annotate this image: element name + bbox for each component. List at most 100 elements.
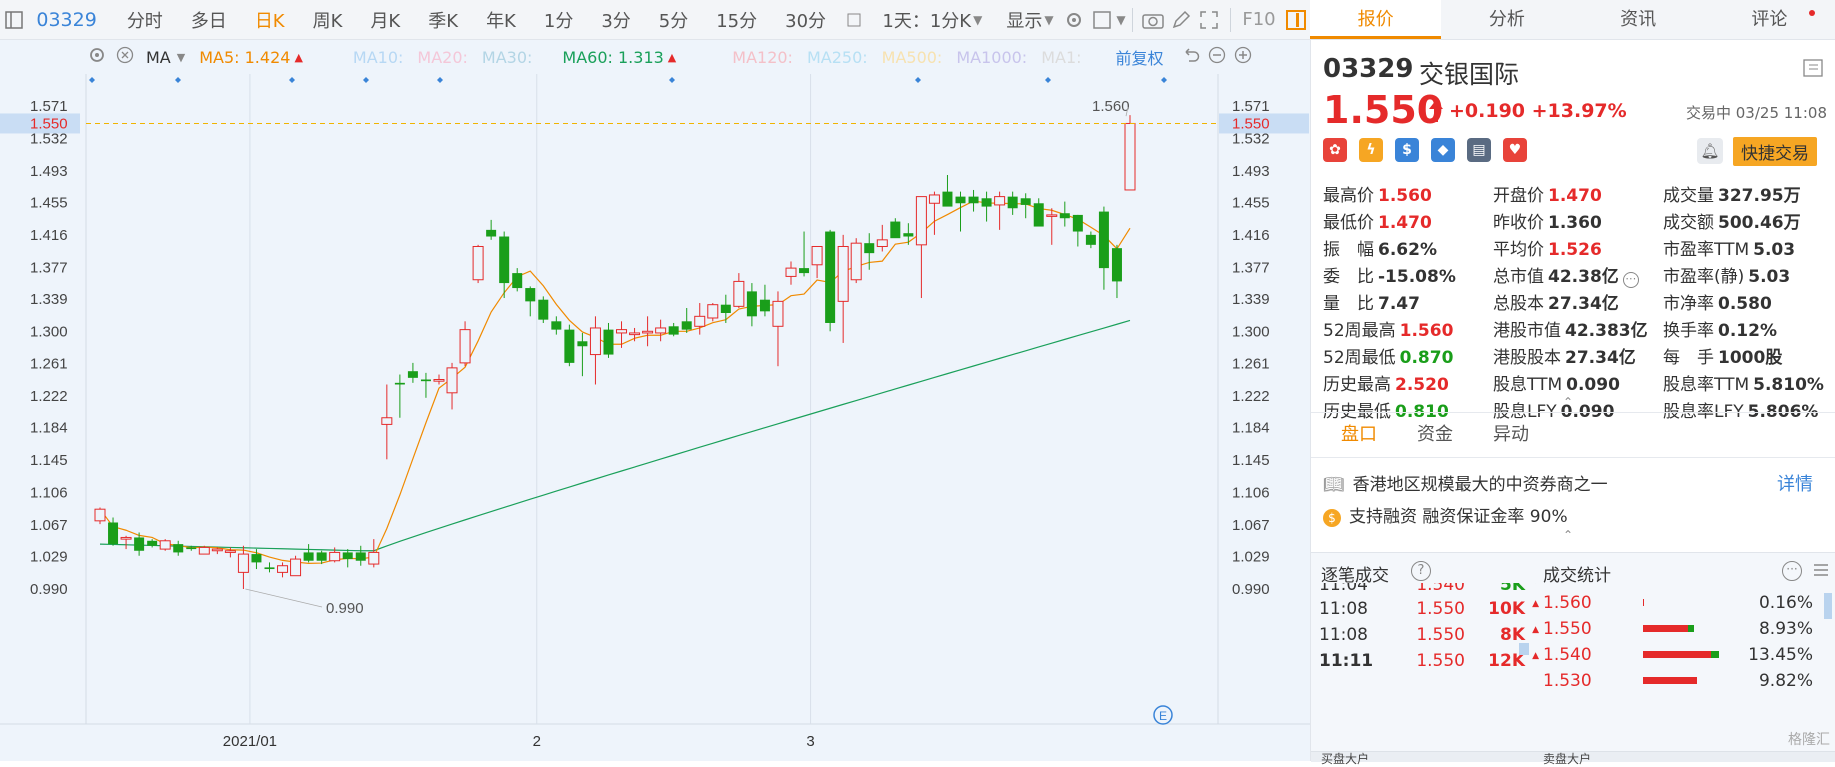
up-arrow-icon: ▲	[667, 50, 677, 64]
ma-select[interactable]: MA	[146, 48, 171, 67]
detail-link[interactable]: 详情	[1777, 470, 1813, 496]
stat-label: 市净率	[1663, 294, 1714, 314]
collapse-panel-icon[interactable]	[1803, 58, 1823, 82]
tab-analysis[interactable]: 分析	[1441, 0, 1572, 39]
x-tick-label: 2	[533, 733, 541, 750]
tag-icon[interactable]: ◆	[1431, 138, 1455, 162]
ma1000-value: MA1000:	[956, 47, 1028, 67]
stat-row: 1.550 8.93%	[1543, 619, 1828, 639]
candle-body	[915, 196, 927, 246]
tab-multiday[interactable]: 多日	[177, 7, 241, 33]
more-info-icon[interactable]: ⋯	[1622, 271, 1639, 288]
tab-yearly-k[interactable]: 年K	[472, 7, 530, 33]
camera-icon[interactable]	[1140, 6, 1164, 34]
kline-chart[interactable]: 2021/01 2 31.571 1.5711.532 1.5321.493 1.4931…	[0, 74, 1310, 755]
scroll-handle[interactable]	[1519, 643, 1529, 655]
tab-funds[interactable]: 资金	[1397, 413, 1473, 457]
tab-movements[interactable]: 异动	[1473, 413, 1549, 457]
tab-weekly-k[interactable]: 周K	[299, 7, 357, 33]
stat-percent: 8.93%	[1758, 619, 1813, 639]
tab-3min[interactable]: 3分	[587, 7, 644, 33]
tab-comments[interactable]: 评论	[1704, 0, 1835, 39]
trade-price: 1.550	[1416, 599, 1465, 619]
frame-icon[interactable]	[1090, 6, 1114, 34]
tab-monthly-k[interactable]: 月K	[356, 7, 414, 33]
tab-15min[interactable]: 15分	[702, 7, 771, 33]
stat-percent: 13.45%	[1748, 645, 1813, 665]
lightning-icon[interactable]: ϟ	[1359, 138, 1383, 162]
tab-1min[interactable]: 1分	[530, 7, 587, 33]
dollar-icon[interactable]: $	[1395, 138, 1419, 162]
help-icon[interactable]: ?	[1411, 561, 1431, 581]
sidebar-toggle-icon[interactable]	[2, 6, 26, 34]
plot-background	[86, 74, 1218, 724]
ma500-value: MA500:	[881, 47, 943, 67]
stat-value: 2.520	[1395, 375, 1449, 395]
y-tick-label: 1.261	[1232, 356, 1270, 373]
candle-body	[329, 551, 341, 562]
book-icon: 📖︎	[1323, 475, 1345, 495]
document-icon[interactable]: ▤	[1467, 138, 1491, 162]
tab-5min[interactable]: 5分	[645, 7, 702, 33]
candle-body	[368, 551, 380, 565]
panel-toggle-icon[interactable]	[1284, 6, 1308, 34]
up-arrow-icon: ▲	[1532, 599, 1539, 609]
stat-value: 42.383亿	[1565, 321, 1648, 341]
hk-flag-icon[interactable]: ✿	[1323, 138, 1347, 162]
zoom-out-icon[interactable]	[1208, 46, 1226, 68]
stat-value: 5.03	[1753, 240, 1796, 260]
chevron-down-icon[interactable]: ▼	[177, 51, 185, 64]
candle-body	[499, 236, 510, 284]
pencil-icon[interactable]	[1169, 6, 1193, 34]
trade-volume: 10K	[1488, 599, 1525, 619]
candle-body	[342, 552, 353, 560]
period-select[interactable]: 1天：1分K	[868, 7, 973, 33]
stat-value: 1000股	[1718, 348, 1783, 368]
y-tick-label: 1.339	[30, 291, 68, 308]
candle-body	[290, 558, 302, 577]
stat-label: 开盘价	[1493, 186, 1544, 206]
heart-icon[interactable]: ♥	[1503, 138, 1527, 162]
ma-close-icon[interactable]	[116, 46, 134, 68]
fast-trade-button[interactable]: 快捷交易	[1733, 137, 1817, 166]
tab-news[interactable]: 资讯	[1573, 0, 1704, 39]
ma-settings-gear-icon[interactable]	[88, 46, 106, 68]
tab-quote[interactable]: 报价	[1310, 0, 1442, 39]
chevron-down-icon[interactable]: ▼	[973, 13, 982, 27]
undo-icon[interactable]	[1182, 46, 1200, 68]
more-icon[interactable]: ···	[1782, 561, 1802, 581]
list-icon[interactable]	[1812, 561, 1830, 583]
zoom-in-icon[interactable]	[1234, 46, 1252, 68]
settings-gear-icon[interactable]	[1062, 6, 1086, 34]
f10-button[interactable]: F10	[1236, 9, 1281, 30]
y-tick-label: 1.067	[30, 517, 68, 534]
bell-icon[interactable]: 🔔︎	[1697, 138, 1723, 164]
tab-orderbook[interactable]: 盘口	[1321, 413, 1397, 457]
display-menu[interactable]: 显示	[992, 7, 1044, 33]
tab-quarterly-k[interactable]: 季K	[414, 7, 472, 33]
collapse-up-icon[interactable]: ⌃	[1563, 528, 1573, 542]
quote-name: 交银国际	[1419, 60, 1520, 89]
tab-more-icon[interactable]	[842, 6, 866, 34]
tab-30min[interactable]: 30分	[771, 7, 840, 33]
x-tick-label: 3	[806, 733, 814, 750]
stat-value: 5.03	[1748, 267, 1791, 287]
event-e-icon-letter[interactable]: E	[1159, 709, 1167, 723]
candle-body	[616, 329, 628, 334]
candle-body	[472, 245, 484, 281]
stat-label: 总股本	[1493, 294, 1544, 314]
collapse-up-icon[interactable]: ⌃	[1563, 395, 1573, 409]
fullscreen-icon[interactable]	[1197, 6, 1221, 34]
quote-stat: 成交量 327.95万	[1663, 181, 1833, 206]
candle-body	[864, 243, 875, 254]
candle-body	[264, 567, 275, 570]
quote-stat: 开盘价 1.470	[1493, 181, 1663, 206]
adjust-select[interactable]: 前复权	[1116, 45, 1164, 69]
chevron-down-icon[interactable]: ▼	[1044, 13, 1053, 27]
tab-intraday[interactable]: 分时	[113, 7, 177, 33]
scrollbar-thumb[interactable]	[1824, 593, 1832, 619]
chevron-down-icon[interactable]: ▼	[1116, 13, 1125, 27]
stat-bar	[1643, 599, 1733, 607]
tab-daily-k[interactable]: 日K	[241, 7, 299, 33]
quote-stat: 昨收价 1.360	[1493, 208, 1663, 233]
